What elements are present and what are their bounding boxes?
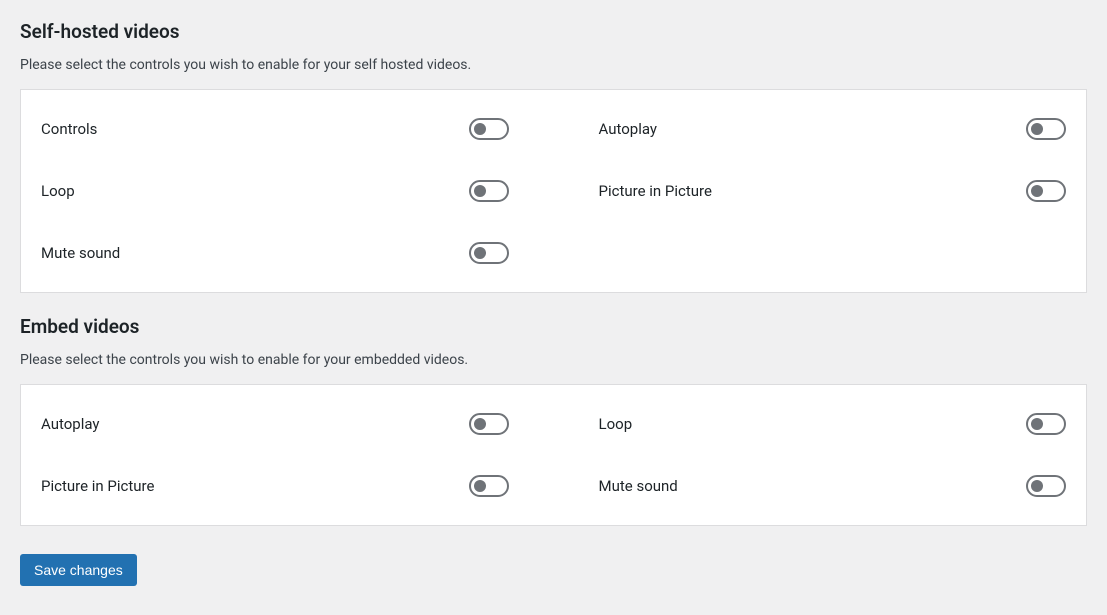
toggle-autoplay[interactable] [1026, 118, 1066, 140]
save-button[interactable]: Save changes [20, 554, 137, 586]
option-row-mute: Mute sound [41, 222, 509, 284]
toggle-embed-loop[interactable] [1026, 413, 1066, 435]
toggle-knob-icon [1031, 185, 1043, 197]
label-pip: Picture in Picture [599, 182, 712, 200]
label-controls: Controls [41, 120, 97, 138]
label-loop: Loop [41, 182, 75, 200]
toggle-knob-icon [474, 123, 486, 135]
toggle-knob-icon [474, 247, 486, 259]
embed-description: Please select the controls you wish to e… [20, 352, 1087, 368]
option-row-controls: Controls [41, 98, 509, 160]
option-row-embed-loop: Loop [599, 393, 1067, 455]
option-row-embed-autoplay: Autoplay [41, 393, 509, 455]
toggle-knob-icon [474, 418, 486, 430]
toggle-knob-icon [474, 480, 486, 492]
toggle-controls[interactable] [469, 118, 509, 140]
toggle-embed-mute[interactable] [1026, 475, 1066, 497]
label-autoplay: Autoplay [599, 120, 658, 138]
option-row-embed-pip: Picture in Picture [41, 455, 509, 517]
toggle-embed-pip[interactable] [469, 475, 509, 497]
option-row-embed-mute: Mute sound [599, 455, 1067, 517]
option-row-pip: Picture in Picture [599, 160, 1067, 222]
embed-panel: Autoplay Loop Picture in Picture Mute so… [20, 384, 1087, 526]
toggle-knob-icon [1031, 480, 1043, 492]
embed-heading: Embed videos [20, 315, 1087, 338]
option-row-loop: Loop [41, 160, 509, 222]
toggle-knob-icon [474, 185, 486, 197]
label-embed-autoplay: Autoplay [41, 415, 100, 433]
self-hosted-description: Please select the controls you wish to e… [20, 57, 1087, 73]
self-hosted-heading: Self-hosted videos [20, 20, 1087, 43]
toggle-embed-autoplay[interactable] [469, 413, 509, 435]
label-embed-mute: Mute sound [599, 477, 678, 495]
toggle-mute[interactable] [469, 242, 509, 264]
label-embed-pip: Picture in Picture [41, 477, 154, 495]
toggle-knob-icon [1031, 123, 1043, 135]
toggle-loop[interactable] [469, 180, 509, 202]
option-row-autoplay: Autoplay [599, 98, 1067, 160]
label-mute: Mute sound [41, 244, 120, 262]
label-embed-loop: Loop [599, 415, 633, 433]
toggle-pip[interactable] [1026, 180, 1066, 202]
self-hosted-panel: Controls Autoplay Loop Picture in Pictur… [20, 89, 1087, 293]
toggle-knob-icon [1031, 418, 1043, 430]
